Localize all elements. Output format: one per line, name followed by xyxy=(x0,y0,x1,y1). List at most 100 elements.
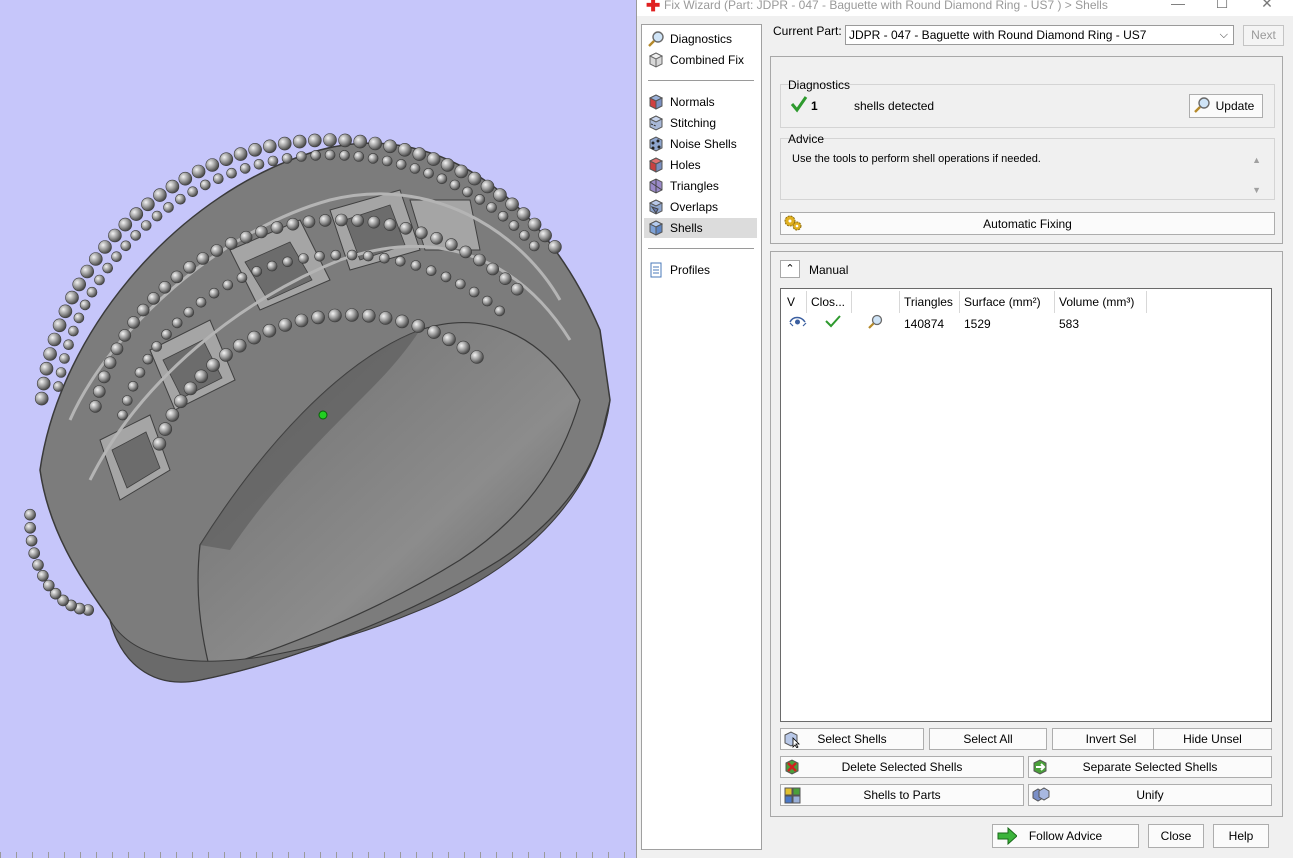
nav-label: Normals xyxy=(670,95,715,109)
3d-viewport[interactable] xyxy=(0,0,636,858)
nav-item-stitching[interactable]: Stitching xyxy=(644,113,757,133)
current-part-label: Current Part: xyxy=(773,24,842,38)
column-header-visible[interactable]: V xyxy=(783,291,807,313)
status-panel: Diagnostics 1 shells detected Update Adv… xyxy=(770,56,1283,244)
overlaps-cube-icon xyxy=(647,198,665,216)
column-header-zoom[interactable] xyxy=(852,291,900,313)
follow-advice-label: Follow Advice xyxy=(1028,829,1103,843)
visibility-icon[interactable] xyxy=(785,314,807,334)
nav-label: Overlaps xyxy=(670,200,719,214)
document-icon xyxy=(647,261,665,279)
shells-detected-text: shells detected xyxy=(854,99,935,113)
nav-item-overlaps[interactable]: Overlaps xyxy=(644,197,757,217)
cube-icon xyxy=(647,51,665,69)
nav-label: Triangles xyxy=(670,179,719,193)
nav-item-noise-shells[interactable]: Noise Shells xyxy=(644,134,757,154)
scroll-up-icon[interactable]: ▲ xyxy=(1252,155,1261,165)
select-all-button[interactable]: Select All xyxy=(929,728,1047,750)
window-title: Fix Wizard (Part: JDPR - 047 - Baguette … xyxy=(664,0,1108,12)
nav-item-normals[interactable]: Normals xyxy=(644,92,757,112)
zoom-to-shell-icon[interactable] xyxy=(862,314,886,334)
close-window-button[interactable]: ✕ xyxy=(1257,0,1277,12)
current-part-select[interactable]: JDPR - 047 - Baguette with Round Diamond… xyxy=(845,25,1234,45)
current-part-value: JDPR - 047 - Baguette with Round Diamond… xyxy=(849,28,1147,42)
magnifier-icon xyxy=(647,30,665,48)
triangles-cube-icon xyxy=(647,177,665,195)
next-button[interactable]: Next xyxy=(1243,25,1284,46)
nav-label: Holes xyxy=(670,158,701,172)
holes-cube-icon xyxy=(647,156,665,174)
column-header-volume[interactable]: Volume (mm³) xyxy=(1055,291,1147,313)
shells-to-parts-button[interactable]: Shells to Parts xyxy=(780,784,1024,806)
chevron-down-icon: ⌵ xyxy=(1219,29,1228,41)
nav-label: Stitching xyxy=(670,116,717,130)
row-surface: 1529 xyxy=(964,317,991,331)
unify-button[interactable]: Unify xyxy=(1028,784,1272,806)
manual-title: Manual xyxy=(809,263,849,277)
nav-item-holes[interactable]: Holes xyxy=(644,155,757,175)
nav-label: Profiles xyxy=(670,263,711,277)
ring-model[interactable] xyxy=(0,0,636,858)
title-bar: ✚ Fix Wizard (Part: JDPR - 047 - Baguett… xyxy=(637,0,1293,16)
close-button[interactable]: Close xyxy=(1148,824,1204,848)
help-button[interactable]: Help xyxy=(1213,824,1269,848)
check-icon xyxy=(790,95,808,116)
automatic-fixing-label: Automatic Fixing xyxy=(983,216,1072,231)
nav-divider xyxy=(648,80,754,81)
minimize-button[interactable]: — xyxy=(1168,0,1188,11)
shells-to-parts-label: Shells to Parts xyxy=(863,788,941,802)
delete-selected-shells-label: Delete Selected Shells xyxy=(841,760,963,774)
advice-title: Advice xyxy=(788,132,825,146)
viewport-ruler xyxy=(0,852,636,858)
select-shells-label: Select Shells xyxy=(817,732,887,746)
nav-item-shells[interactable]: Shells xyxy=(644,218,757,238)
update-label: Update xyxy=(1215,99,1255,113)
nav-label: Shells xyxy=(670,221,703,235)
unify-label: Unify xyxy=(1136,788,1164,802)
row-volume: 583 xyxy=(1059,317,1080,331)
shell-count: 1 xyxy=(811,99,818,113)
separate-shell-icon xyxy=(1031,758,1051,776)
noise-shells-icon xyxy=(647,135,665,153)
column-header-surface[interactable]: Surface (mm²) xyxy=(960,291,1055,313)
advice-group: Advice Use the tools to perform shell op… xyxy=(780,132,1275,200)
update-button[interactable]: Update xyxy=(1189,94,1263,118)
gears-icon xyxy=(783,214,803,232)
nav-item-combined-fix[interactable]: Combined Fix xyxy=(644,50,757,70)
unify-icon xyxy=(1031,786,1051,804)
nav-divider xyxy=(648,248,754,249)
maximize-button[interactable]: ☐ xyxy=(1212,0,1232,12)
nav-item-triangles[interactable]: Triangles xyxy=(644,176,757,196)
collapse-icon[interactable]: ⌃ xyxy=(780,260,800,278)
diagnostics-title: Diagnostics xyxy=(788,78,851,92)
app-cross-icon: ✚ xyxy=(646,0,661,15)
diagnostics-group: Diagnostics 1 shells detected Update xyxy=(780,78,1275,128)
stitching-cube-icon xyxy=(647,114,665,132)
scroll-down-icon[interactable]: ▼ xyxy=(1252,185,1261,195)
nav-label: Combined Fix xyxy=(670,53,745,67)
fix-wizard-window: ✚ Fix Wizard (Part: JDPR - 047 - Baguett… xyxy=(636,0,1293,858)
follow-advice-button[interactable]: Follow Advice xyxy=(992,824,1139,848)
nav-item-diagnostics[interactable]: Diagnostics xyxy=(644,29,757,49)
magnifier-icon xyxy=(1192,96,1212,114)
shells-to-parts-icon xyxy=(783,786,803,804)
nav-item-profiles[interactable]: Profiles xyxy=(644,260,757,280)
delete-selected-shells-button[interactable]: Delete Selected Shells xyxy=(780,756,1024,778)
column-header-closed[interactable]: Clos... xyxy=(807,291,852,313)
shells-table[interactable]: V Clos... Triangles Surface (mm²) Volume… xyxy=(780,288,1272,722)
separate-selected-shells-button[interactable]: Separate Selected Shells xyxy=(1028,756,1272,778)
select-shell-cube-icon xyxy=(783,730,803,748)
fix-nav-list: Diagnostics Combined Fix Normals Stitchi… xyxy=(641,24,762,850)
closed-check-icon xyxy=(821,314,845,334)
nav-label: Diagnostics xyxy=(670,32,733,46)
shells-cube-icon xyxy=(647,219,665,237)
green-arrow-icon xyxy=(997,827,1017,845)
column-header-triangles[interactable]: Triangles xyxy=(900,291,960,313)
nav-label: Noise Shells xyxy=(670,137,737,151)
automatic-fixing-button[interactable]: Automatic Fixing xyxy=(780,212,1275,235)
select-shells-button[interactable]: Select Shells xyxy=(780,728,924,750)
separate-selected-shells-label: Separate Selected Shells xyxy=(1082,760,1218,774)
row-triangles: 140874 xyxy=(904,317,945,331)
hide-unselected-button[interactable]: Hide Unsel xyxy=(1153,728,1272,750)
normals-cube-icon xyxy=(647,93,665,111)
